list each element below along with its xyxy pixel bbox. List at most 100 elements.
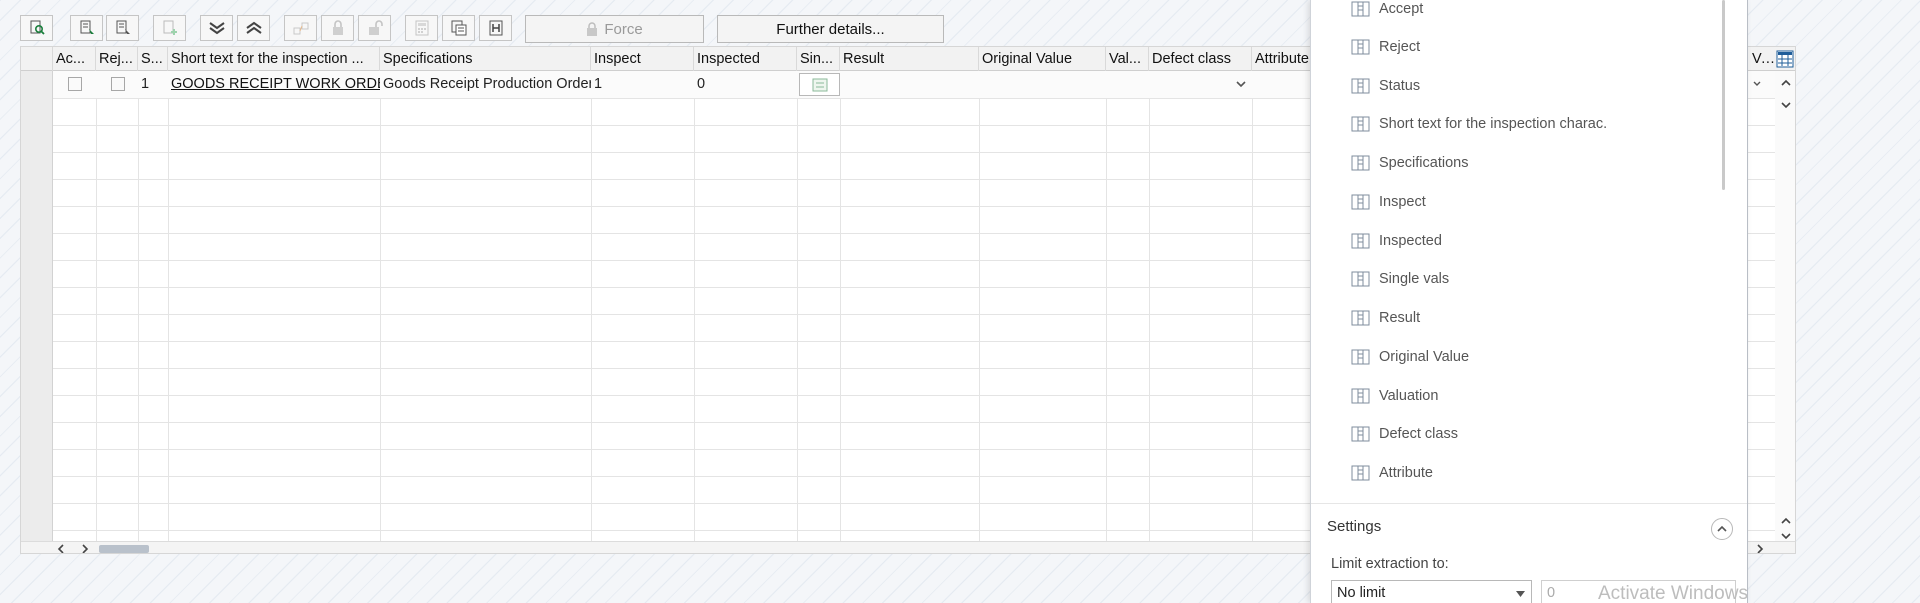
field-item-attribute[interactable]: Attribute xyxy=(1351,460,1433,486)
field-label: Result xyxy=(1379,310,1421,326)
field-item-inspected[interactable]: Inspected xyxy=(1351,228,1442,254)
unlock-icon xyxy=(368,20,383,35)
row-status: 1 xyxy=(141,76,150,92)
table-column-icon xyxy=(1351,233,1370,249)
field-item-status[interactable]: Status xyxy=(1351,73,1420,99)
expand-all-button[interactable] xyxy=(200,15,233,41)
column-header-specifications[interactable]: Specifications xyxy=(380,47,591,71)
settings-collapse-button[interactable] xyxy=(1711,518,1733,540)
field-selection-panel: Accept Reject Status Short text for the … xyxy=(1310,0,1748,603)
column-header-reject[interactable]: Rej... xyxy=(96,47,138,71)
field-label: Specifications xyxy=(1379,155,1469,171)
row-selector-column[interactable] xyxy=(21,71,53,541)
lock-button[interactable] xyxy=(321,15,354,41)
force-label: Force xyxy=(604,20,643,38)
column-header-valdat[interactable]: Valdat xyxy=(1749,47,1775,71)
field-item-inspect[interactable]: Inspect xyxy=(1351,189,1426,215)
panel-scrollbar[interactable] xyxy=(1722,0,1725,190)
column-header-accept[interactable]: Ac... xyxy=(53,47,96,71)
collapse-all-button[interactable] xyxy=(237,15,270,41)
field-item-defect-class[interactable]: Defect class xyxy=(1351,421,1458,447)
field-item-accept[interactable]: Accept xyxy=(1351,0,1423,22)
single-values-icon xyxy=(812,78,827,91)
scroll-thumb[interactable] xyxy=(99,545,149,553)
field-label: Inspect xyxy=(1379,194,1426,210)
column-header-result[interactable]: Result xyxy=(840,47,979,71)
table-column-icon xyxy=(1351,426,1370,442)
column-header-single-vals[interactable]: Sin... xyxy=(797,47,840,71)
table-column-icon xyxy=(1351,271,1370,287)
add-row-icon xyxy=(163,20,177,35)
result-input[interactable] xyxy=(840,71,979,97)
reject-checkbox[interactable] xyxy=(111,77,125,91)
further-details-button[interactable]: Further details... xyxy=(717,15,944,43)
unlock-button[interactable] xyxy=(358,15,391,41)
column-header-short-text[interactable]: Short text for the inspection ... xyxy=(168,47,380,71)
column-header-valuation[interactable]: Val... xyxy=(1106,47,1149,71)
table-column-icon xyxy=(1351,388,1370,404)
find-button[interactable] xyxy=(20,15,53,41)
scroll-down-icon[interactable] xyxy=(1781,101,1791,109)
chevron-down-icon xyxy=(1753,81,1761,86)
scroll-down-icon[interactable] xyxy=(1781,532,1791,540)
deselect-all-button[interactable] xyxy=(106,15,139,41)
column-settings-button[interactable] xyxy=(1776,50,1794,71)
select-all-icon xyxy=(80,20,94,34)
field-item-valuation[interactable]: Valuation xyxy=(1351,383,1438,409)
single-values-button[interactable] xyxy=(799,73,840,96)
table-column-icon xyxy=(1351,465,1370,481)
table-column-icon xyxy=(1351,194,1370,210)
column-header-status[interactable]: S... xyxy=(138,47,168,71)
header-button[interactable] xyxy=(479,15,512,41)
chevron-down-icon xyxy=(1236,81,1246,88)
specifications-cell: Goods Receipt Production Order xyxy=(383,76,591,92)
defect-class-select[interactable] xyxy=(1149,71,1252,97)
column-header-original-value[interactable]: Original Value xyxy=(979,47,1106,71)
field-item-original-value[interactable]: Original Value xyxy=(1351,344,1469,370)
field-item-result[interactable]: Result xyxy=(1351,305,1420,331)
table-column-icon xyxy=(1351,155,1370,171)
field-label: Reject xyxy=(1379,39,1421,55)
table-column-icon xyxy=(1351,1,1370,17)
column-header-defect-class[interactable]: Defect class xyxy=(1149,47,1252,71)
original-value-cell xyxy=(979,71,1106,97)
scroll-right-icon[interactable] xyxy=(81,544,89,554)
inspected-cell: 0 xyxy=(697,76,706,92)
layout-button[interactable] xyxy=(442,15,475,41)
app-screen: Force Further details... Ac... Rej... S.… xyxy=(0,0,1920,603)
vertical-scrollbar[interactable] xyxy=(1775,71,1795,541)
select-all-button[interactable] xyxy=(70,15,103,41)
scroll-left-icon[interactable] xyxy=(57,544,65,554)
assign-button[interactable] xyxy=(284,15,317,41)
scroll-right-icon[interactable] xyxy=(1756,544,1764,554)
activation-watermark: Activate Windows xyxy=(1598,583,1748,603)
force-button[interactable]: Force xyxy=(525,15,704,43)
column-header-inspected[interactable]: Inspected xyxy=(694,47,797,71)
calculator-icon xyxy=(415,20,428,36)
table-column-icon xyxy=(1351,349,1370,365)
field-item-specifications[interactable]: Specifications xyxy=(1351,150,1468,176)
field-label: Short text for the inspection charac. xyxy=(1379,116,1608,132)
field-item-reject[interactable]: Reject xyxy=(1351,34,1420,60)
table-column-icon xyxy=(1351,310,1370,326)
field-label: Status xyxy=(1379,78,1421,94)
limit-extraction-select[interactable]: No limit xyxy=(1331,580,1532,603)
column-header-inspect[interactable]: Inspect xyxy=(591,47,694,71)
table-column-icon xyxy=(1351,78,1370,94)
calculator-button[interactable] xyxy=(405,15,438,41)
accept-checkbox[interactable] xyxy=(68,77,82,91)
dropdown-arrow-icon xyxy=(1516,591,1525,597)
deselect-all-icon xyxy=(116,20,130,34)
field-item-single-vals[interactable]: Single vals xyxy=(1351,266,1449,292)
field-item-short-text[interactable]: Short text for the inspection charac. xyxy=(1351,111,1607,137)
row-selector-header[interactable] xyxy=(21,47,53,71)
scroll-up-icon[interactable] xyxy=(1781,517,1791,525)
column-settings-icon xyxy=(1776,50,1794,68)
short-text-link[interactable]: GOODS RECEIPT WORK ORDE xyxy=(168,71,380,97)
limit-extraction-value: No limit xyxy=(1337,585,1386,601)
double-chevron-down-icon xyxy=(208,22,225,35)
add-row-button[interactable] xyxy=(153,15,186,41)
scroll-up-icon[interactable] xyxy=(1781,79,1791,87)
further-details-label: Further details... xyxy=(776,20,885,38)
find-icon xyxy=(30,20,45,35)
